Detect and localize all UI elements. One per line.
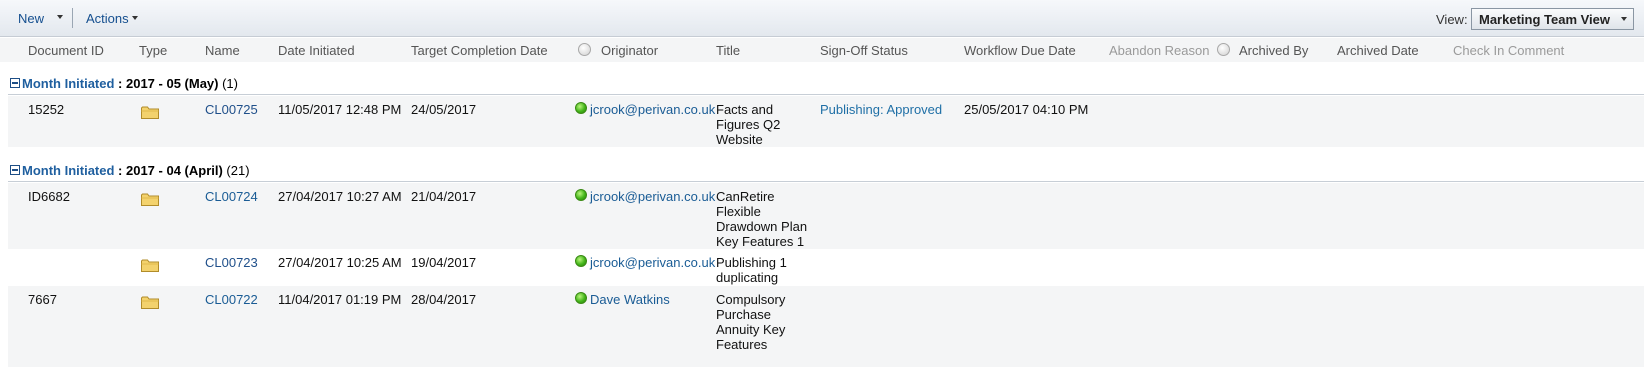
presence-status-icon[interactable] (575, 189, 587, 201)
view-selector-value: Marketing Team View (1479, 12, 1611, 27)
actions-menu-button[interactable]: Actions (86, 11, 129, 26)
column-header-date-initiated[interactable]: Date Initiated (278, 43, 355, 58)
column-header-check-in-comment[interactable]: Check In Comment (1453, 43, 1564, 58)
name-link[interactable]: CL00724 (205, 189, 258, 204)
originator-link[interactable]: jcrook@perivan.co.uk (590, 189, 715, 204)
column-header-abandon-reason[interactable]: Abandon Reason (1109, 43, 1209, 58)
group-header: Month Initiated : 2017 - 04 (April) (21) (8, 162, 1644, 182)
column-header-archived-by[interactable]: Archived By (1239, 43, 1308, 58)
title-cell: Facts and Figures Q2 Website (716, 102, 781, 147)
title-cell: CanRetire Flexible Drawdown Plan Key Fea… (716, 189, 808, 249)
target-completion-cell: 19/04/2017 (411, 255, 477, 270)
presence-header-icon (578, 43, 591, 56)
toolbar-divider (72, 8, 73, 28)
view-label: View: (1436, 12, 1468, 27)
title-cell: Compulsory Purchase Annuity Key Features (716, 292, 786, 352)
column-header-title[interactable]: Title (716, 43, 740, 58)
group-key[interactable]: Month Initiated (22, 76, 114, 91)
column-header-originator[interactable]: Originator (601, 43, 658, 58)
column-header-workflow-due-date[interactable]: Workflow Due Date (964, 43, 1076, 58)
document-id-cell: 15252 (28, 102, 65, 117)
folder-icon[interactable] (141, 106, 159, 119)
presence-status-icon[interactable] (575, 102, 587, 114)
group-key[interactable]: Month Initiated (22, 163, 114, 178)
name-link[interactable]: CL00723 (205, 255, 258, 270)
name-link[interactable]: CL00725 (205, 102, 258, 117)
folder-icon[interactable] (141, 193, 159, 206)
collapse-group-icon[interactable] (10, 165, 20, 175)
title-cell: Publishing 1 duplicating (716, 255, 787, 285)
table-row[interactable]: CL00723 27/04/2017 10:25 AM 19/04/2017 j… (8, 249, 1644, 286)
date-initiated-cell: 11/04/2017 01:19 PM (278, 292, 402, 307)
view-selector-dropdown[interactable]: Marketing Team View (1471, 8, 1634, 30)
originator-link[interactable]: jcrook@perivan.co.uk (590, 255, 715, 270)
column-header-row: Document ID Type Name Date Initiated Tar… (0, 38, 1644, 62)
presence-header-icon (1217, 43, 1230, 56)
date-initiated-cell: 27/04/2017 10:27 AM (278, 189, 402, 204)
chevron-down-icon (1621, 17, 1627, 21)
target-completion-cell: 21/04/2017 (411, 189, 477, 204)
group-value: : 2017 - 04 (April) (114, 163, 223, 178)
group-header-text: Month Initiated : 2017 - 04 (April) (21) (22, 163, 250, 178)
folder-icon[interactable] (141, 296, 159, 309)
group-value: : 2017 - 05 (May) (114, 76, 219, 91)
folder-icon[interactable] (141, 259, 159, 272)
name-link[interactable]: CL00722 (205, 292, 258, 307)
presence-status-icon[interactable] (575, 255, 587, 267)
group-header: Month Initiated : 2017 - 05 (May) (1) (8, 75, 1644, 95)
originator-link[interactable]: Dave Watkins (590, 292, 670, 307)
date-initiated-cell: 11/05/2017 12:48 PM (278, 102, 402, 117)
target-completion-cell: 24/05/2017 (411, 102, 477, 117)
group-header-text: Month Initiated : 2017 - 05 (May) (1) (22, 76, 238, 91)
group-count: (1) (218, 76, 238, 91)
list-toolbar: New Actions View: Marketing Team View (0, 0, 1644, 37)
group-count: (21) (222, 163, 250, 178)
signoff-status-link[interactable]: Publishing: Approved (820, 102, 942, 117)
new-menu-button[interactable]: New (18, 11, 44, 26)
column-header-name[interactable]: Name (205, 43, 240, 58)
document-id-cell: ID6682 (28, 189, 70, 204)
presence-status-icon[interactable] (575, 292, 587, 304)
new-dropdown-chevron-icon[interactable] (57, 15, 63, 19)
date-initiated-cell: 27/04/2017 10:25 AM (278, 255, 402, 270)
column-header-target-completion-date[interactable]: Target Completion Date (411, 43, 548, 58)
table-row[interactable]: ID6682 CL00724 27/04/2017 10:27 AM 21/04… (8, 183, 1644, 249)
column-header-signoff-status[interactable]: Sign-Off Status (820, 43, 908, 58)
table-row[interactable]: 15252 CL00725 11/05/2017 12:48 PM 24/05/… (8, 96, 1644, 147)
collapse-group-icon[interactable] (10, 78, 20, 88)
originator-link[interactable]: jcrook@perivan.co.uk (590, 102, 715, 117)
column-header-type[interactable]: Type (139, 43, 167, 58)
document-id-cell: 7667 (28, 292, 57, 307)
table-row[interactable]: 7667 CL00722 11/04/2017 01:19 PM 28/04/2… (8, 286, 1644, 367)
column-header-archived-date[interactable]: Archived Date (1337, 43, 1419, 58)
target-completion-cell: 28/04/2017 (411, 292, 477, 307)
column-header-document-id[interactable]: Document ID (28, 43, 104, 58)
actions-chevron-down-icon (132, 16, 138, 20)
workflow-due-date-cell: 25/05/2017 04:10 PM (964, 102, 1089, 117)
